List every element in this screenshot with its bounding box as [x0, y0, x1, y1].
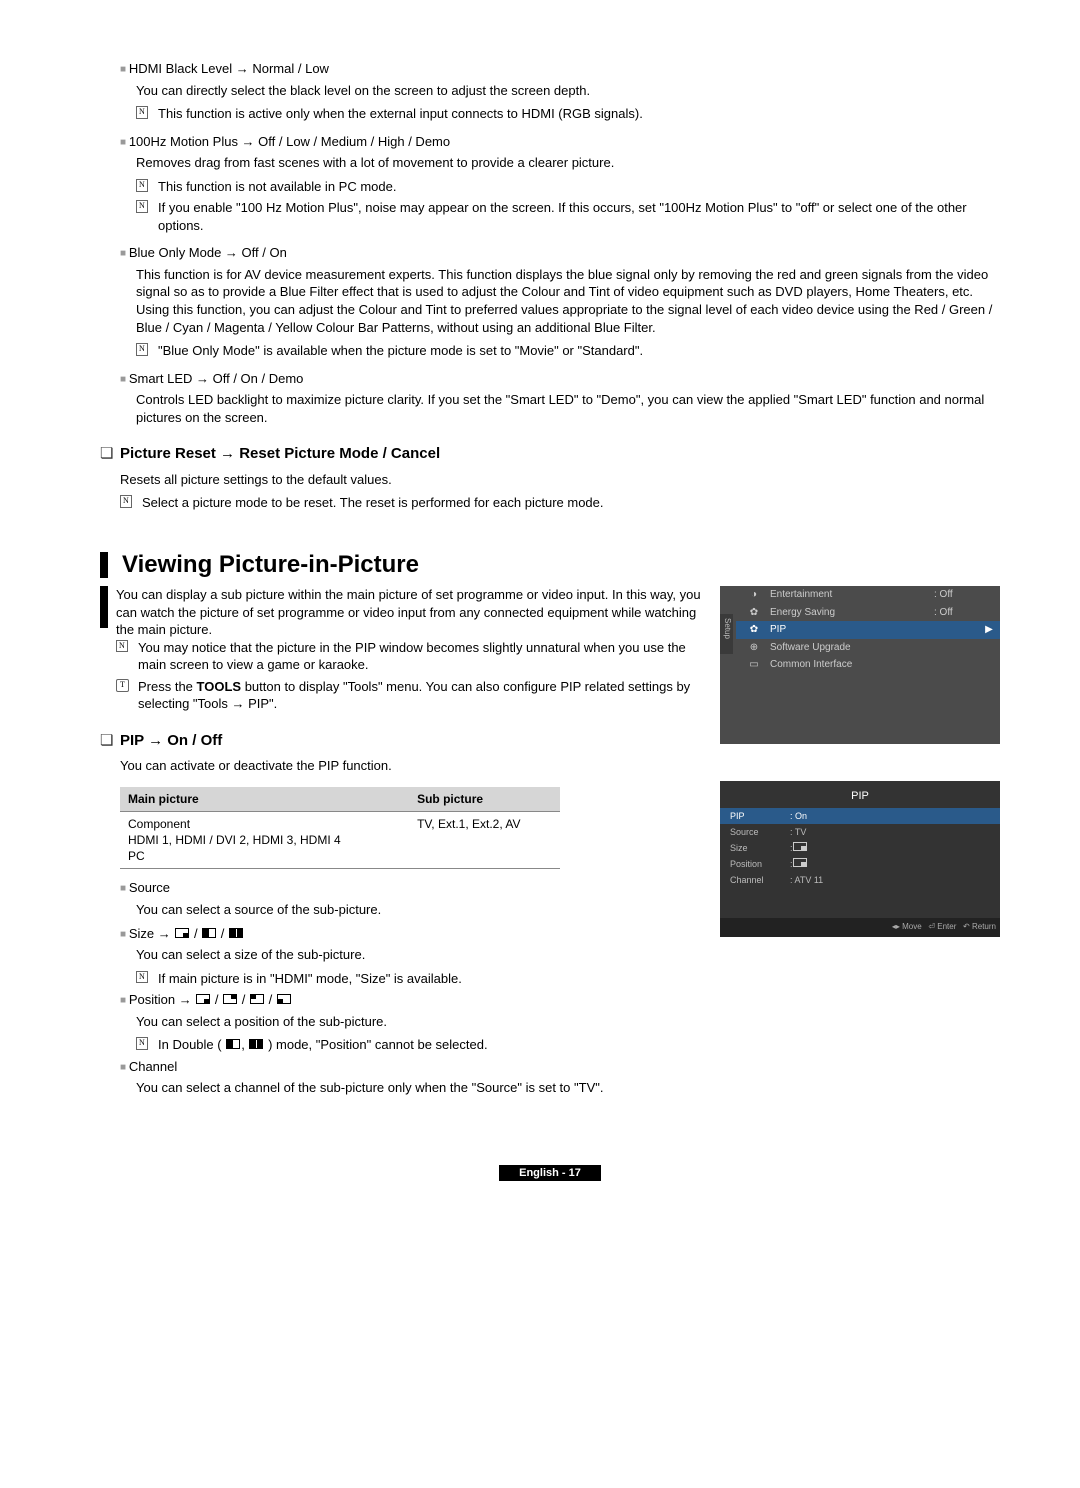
source-desc: You can select a source of the sub-pictu…: [136, 901, 700, 919]
position-note: In Double ( , ) mode, "Position" cannot …: [136, 1036, 700, 1054]
pip-table: Main pictureSub picture Component HDMI 1…: [120, 787, 560, 870]
pos-bl-icon: [277, 994, 291, 1004]
smart-led-desc: Controls LED backlight to maximize pictu…: [136, 391, 1000, 426]
pip-onoff-desc: You can activate or deactivate the PIP f…: [120, 757, 710, 775]
size-note: If main picture is in "HDMI" mode, "Size…: [136, 970, 700, 988]
smart-led-item: Smart LED → Off / On / Demo: [120, 370, 1000, 388]
page-footer: English - 17: [100, 1163, 1000, 1181]
table-sub-picture: TV, Ext.1, Ext.2, AV: [409, 811, 560, 869]
pip-intro: You can display a sub picture within the…: [116, 586, 710, 639]
blue-only-item: Blue Only Mode → Off / On: [120, 244, 1000, 262]
picture-reset-heading: Picture Reset → Reset Picture Mode / Can…: [100, 444, 1000, 464]
osd-pip-row: PIP: On: [720, 808, 1000, 824]
double-icon1: [226, 1039, 240, 1049]
channel-item: Channel: [120, 1058, 700, 1076]
size-split-icon: [229, 928, 243, 938]
motion-plus-note1: This function is not available in PC mod…: [136, 178, 1000, 196]
motion-plus-desc: Removes drag from fast scenes with a lot…: [136, 154, 1000, 172]
enter-hint: ⏎ Enter: [928, 922, 956, 931]
pip-tools-note: Press the TOOLS button to display "Tools…: [116, 678, 710, 713]
return-hint: ↶ Return: [963, 922, 996, 931]
position-desc: You can select a position of the sub-pic…: [136, 1013, 700, 1031]
hdmi-desc: You can directly select the black level …: [136, 82, 1000, 100]
move-hint: ◂▸ Move: [892, 922, 922, 931]
osd-setup-menu: Setup ◑Entertainment: Off ✿Energy Saving…: [720, 586, 1000, 744]
picture-reset-note: Select a picture mode to be reset. The r…: [120, 494, 1000, 512]
motion-plus-note2: If you enable "100 Hz Motion Plus", nois…: [136, 199, 1000, 234]
pip-note: You may notice that the picture in the P…: [116, 639, 710, 674]
osd-pos-icon: [793, 858, 807, 867]
input-icon: ▭: [742, 658, 766, 672]
blue-only-desc: This function is for AV device measureme…: [136, 266, 1000, 336]
motion-plus-item: 100Hz Motion Plus → Off / Low / Medium /…: [120, 133, 1000, 151]
osd-pip-menu: PIP PIP: On Source: TV Size: Position: C…: [720, 781, 1000, 937]
arrow-right-icon: ▶: [984, 623, 994, 637]
size-half-icon: [202, 928, 216, 938]
double-icon2: [249, 1039, 263, 1049]
setup-icon: ◑: [742, 588, 766, 602]
position-item: Position → / / /: [120, 991, 700, 1009]
size-desc: You can select a size of the sub-picture…: [136, 946, 700, 964]
size-item: Size → / /: [120, 925, 700, 943]
channel-desc: You can select a channel of the sub-pict…: [136, 1079, 700, 1097]
hdmi-note: This function is active only when the ex…: [136, 105, 1000, 123]
table-main-picture: Component HDMI 1, HDMI / DVI 2, HDMI 3, …: [120, 811, 409, 869]
pip-section-title: Viewing Picture-in-Picture: [100, 552, 1000, 578]
pos-tl-icon: [250, 994, 264, 1004]
picture-reset-desc: Resets all picture settings to the defau…: [120, 471, 1000, 489]
setup2-icon: ✿: [742, 623, 766, 637]
source-item: Source: [120, 879, 700, 897]
size-small-icon: [175, 928, 189, 938]
hdmi-black-level-item: HDMI Black Level → Normal / Low: [120, 60, 1000, 78]
osd-size-icon: [793, 842, 807, 851]
blue-only-note: "Blue Only Mode" is available when the p…: [136, 342, 1000, 360]
gear-icon: ✿: [742, 606, 766, 620]
pip-onoff-heading: PIP → On / Off: [100, 731, 710, 751]
antenna-icon: ⊕: [742, 641, 766, 655]
osd-pip-selected: ✿PIP▶: [736, 621, 1000, 639]
pos-tr-icon: [223, 994, 237, 1004]
pos-br-icon: [196, 994, 210, 1004]
